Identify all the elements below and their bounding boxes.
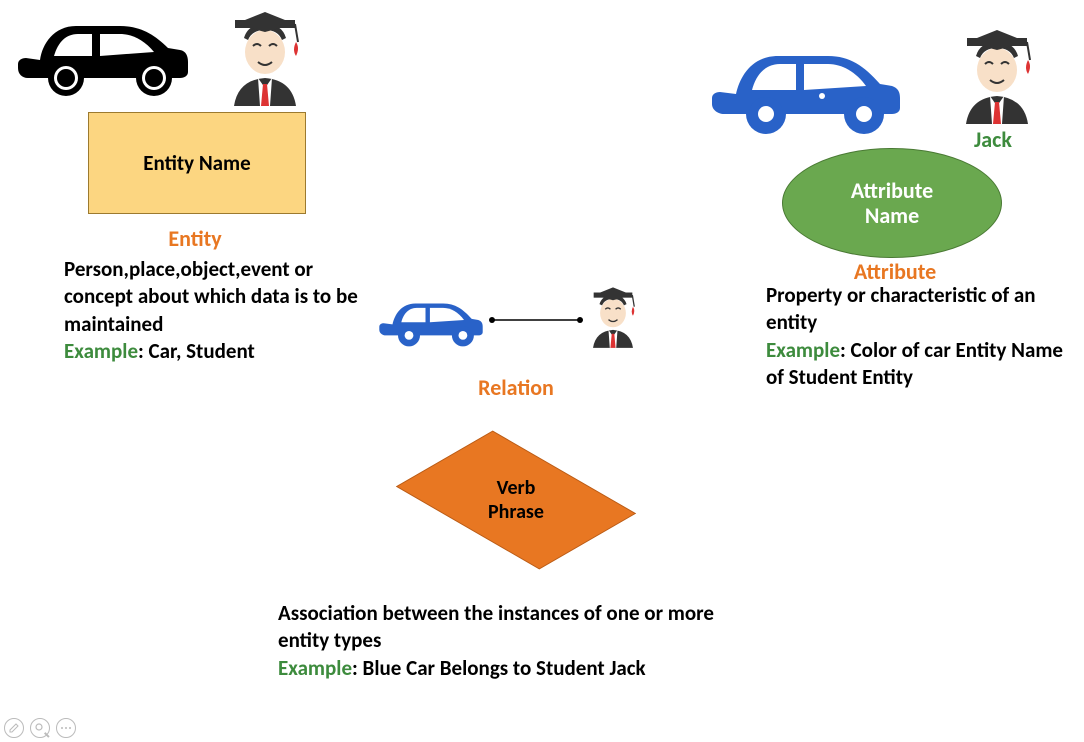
car-blue-relation-icon [376,290,486,350]
more-icon[interactable] [56,718,76,738]
attribute-ellipse-label: AttributeName [851,178,933,229]
car-black-icon [12,8,192,98]
bottom-left-controls [4,718,76,738]
entity-desc-text: Person,place,object,event or concept abo… [64,256,358,337]
relation-diamond: VerbPhrase [402,424,630,576]
attribute-ellipse: AttributeName [782,148,1002,258]
entity-title: Entity [100,225,290,252]
entity-box: Entity Name [88,112,306,214]
car-blue-attribute-icon [706,36,906,136]
attribute-desc-text: Property or characteristic of an entity [766,282,1036,335]
student-icon-attribute [952,26,1042,126]
relation-description: Association between the instances of one… [278,600,758,682]
relation-diamond-label: VerbPhrase [488,476,544,524]
relation-example-text: : Blue Car Belongs to Student Jack [352,655,646,681]
attribute-description: Property or characteristic of an entity … [766,282,1076,391]
entity-box-label: Entity Name [143,150,250,176]
student-caption-jack: Jack [974,126,1012,153]
magnify-icon[interactable] [30,718,50,738]
entity-description: Person,place,object,event or concept abo… [64,256,364,365]
entity-example-text: : Car, Student [138,338,255,364]
entity-example-label: Example [64,338,138,364]
relation-desc-text: Association between the instances of one… [278,600,714,653]
attribute-example-label: Example [766,337,840,363]
relation-title: Relation [456,374,576,401]
student-icon-relation [584,284,642,350]
relation-example-label: Example [278,655,352,681]
attribute-title: Attribute [820,258,970,285]
student-icon-entity [220,8,310,108]
relation-connector-line [486,310,586,330]
pen-icon[interactable] [4,718,24,738]
